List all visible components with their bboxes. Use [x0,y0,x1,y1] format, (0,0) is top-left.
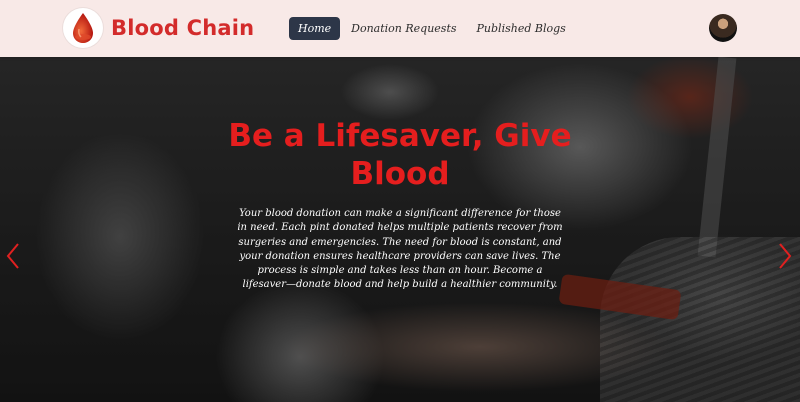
nav-links: Home Donation Requests Published Blogs [289,17,577,40]
hero-description: Your blood donation can make a significa… [237,208,563,291]
hero-carousel: Be a Lifesaver, Give Blood Your blood do… [0,57,800,402]
hero-title: Be a Lifesaver, Give Blood [228,118,572,192]
blood-drop-logo-icon [63,8,103,48]
chevron-right-icon[interactable] [778,243,792,274]
nav-donation-requests[interactable]: Donation Requests [342,17,465,40]
brand-name: Blood Chain [111,16,255,40]
nav-home[interactable]: Home [289,17,341,40]
brand-link[interactable]: Blood Chain [63,8,254,48]
hero-content: Be a Lifesaver, Give Blood Your blood do… [0,117,800,293]
navbar: Blood Chain Home Donation Requests Publi… [0,0,800,57]
chevron-left-icon[interactable] [6,243,20,274]
nav-published-blogs[interactable]: Published Blogs [468,17,575,40]
user-avatar[interactable] [709,14,737,42]
